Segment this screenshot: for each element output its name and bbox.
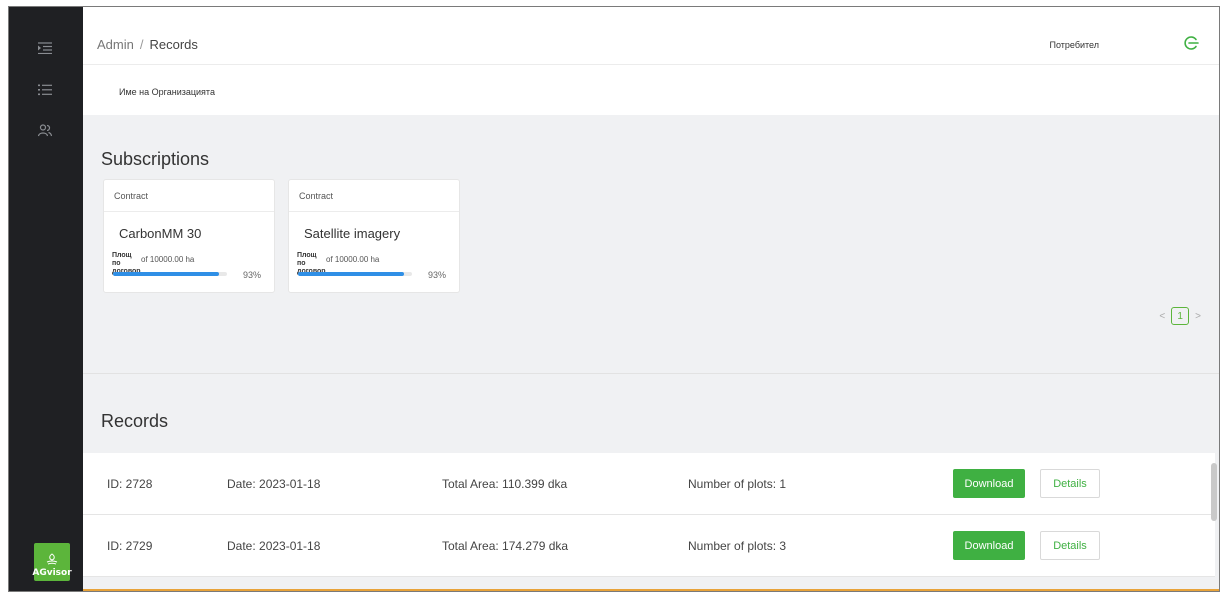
- usage-progress-fill: [298, 272, 405, 276]
- pagination-page[interactable]: 1: [1171, 307, 1190, 325]
- details-button[interactable]: Details: [1040, 531, 1100, 560]
- users-icon[interactable]: [34, 119, 56, 141]
- pagination: < 1 >: [1159, 307, 1201, 325]
- organization-bar: Име на Организацията: [83, 65, 1219, 115]
- usage-progress-fill: [113, 272, 220, 276]
- record-id: ID: 2729: [107, 539, 153, 553]
- card-area-value: of 10000.00 ha: [141, 255, 195, 264]
- download-button[interactable]: Download: [953, 469, 1025, 498]
- record-total-area: Total Area: 174.279 dka: [442, 539, 569, 553]
- logout-icon[interactable]: [1183, 35, 1199, 51]
- user-name[interactable]: Потребител: [1050, 40, 1099, 50]
- logo-text: AGvisor: [32, 568, 72, 578]
- logo-leaf-icon: [46, 553, 58, 565]
- pagination-prev[interactable]: <: [1159, 311, 1165, 322]
- pagination-next[interactable]: >: [1195, 311, 1201, 322]
- list-icon[interactable]: [34, 79, 56, 101]
- usage-progress-bar: [113, 272, 227, 276]
- subscriptions-title: Subscriptions: [101, 149, 210, 169]
- records-title: Records: [101, 411, 169, 431]
- subscription-card[interactable]: Contract Satellite imagery Площ по догов…: [288, 179, 460, 293]
- subscription-card[interactable]: Contract CarbonMM 30 Площ по договор of …: [103, 179, 275, 293]
- record-id: ID: 2728: [107, 477, 153, 491]
- record-row: ID: 2728 Date: 2023-01-18 Total Area: 11…: [83, 453, 1215, 515]
- download-button[interactable]: Download: [953, 531, 1025, 560]
- organization-name: Име на Организацията: [119, 87, 215, 97]
- breadcrumb-separator: /: [139, 37, 144, 52]
- breadcrumb-current: Records: [149, 37, 198, 52]
- record-row: ID: 2729 Date: 2023-01-18 Total Area: 17…: [83, 515, 1215, 577]
- bottom-accent-line: [83, 589, 1219, 591]
- breadcrumb: Admin / Records: [97, 37, 198, 52]
- card-title: Satellite imagery: [304, 226, 401, 241]
- app-window: AGvisor Admin / Records Потребител Име на …: [8, 6, 1220, 592]
- usage-percent: 93%: [428, 270, 447, 280]
- record-date: Date: 2023-01-18: [227, 539, 321, 553]
- record-plot-count: Number of plots: 1: [688, 477, 787, 491]
- details-button[interactable]: Details: [1040, 469, 1100, 498]
- record-plot-count: Number of plots: 3: [688, 539, 787, 553]
- scrollbar-thumb[interactable]: [1211, 463, 1217, 521]
- record-date: Date: 2023-01-18: [227, 477, 321, 491]
- usage-progress-bar: [298, 272, 412, 276]
- usage-percent: 93%: [243, 270, 262, 280]
- sidebar: AGvisor: [9, 7, 83, 591]
- menu-collapse-icon[interactable]: [34, 37, 56, 59]
- record-total-area: Total Area: 110.399 dka: [442, 477, 568, 491]
- card-header: Contract: [104, 180, 274, 212]
- app-logo: AGvisor: [32, 543, 72, 581]
- section-divider: [83, 373, 1219, 374]
- card-title: CarbonMM 30: [119, 226, 202, 241]
- card-header: Contract: [289, 180, 459, 212]
- breadcrumb-root[interactable]: Admin: [97, 37, 134, 52]
- card-area-value: of 10000.00 ha: [326, 255, 380, 264]
- top-header: Admin / Records Потребител: [83, 7, 1219, 65]
